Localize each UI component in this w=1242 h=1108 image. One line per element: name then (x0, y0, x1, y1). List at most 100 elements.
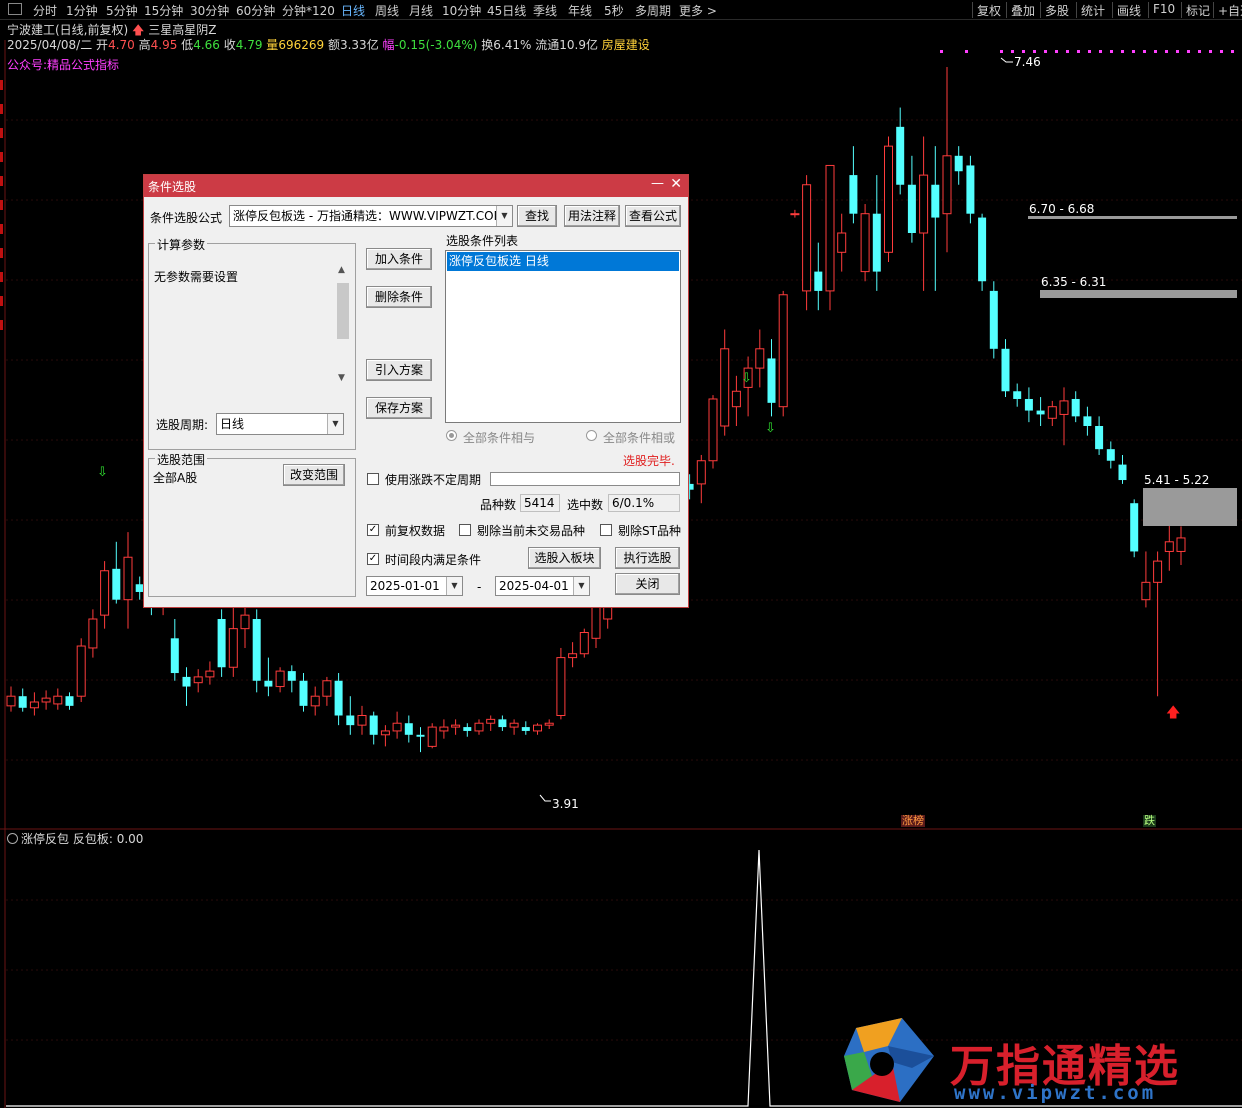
candle[interactable] (1001, 339, 1010, 398)
down-tag[interactable]: 跌 (1143, 815, 1156, 827)
uncertain-period-checkbox[interactable] (367, 473, 379, 485)
candle[interactable] (778, 290, 788, 417)
add-to-block-button[interactable]: 选股入板块 (528, 547, 601, 569)
candle[interactable] (6, 686, 16, 712)
change-scope-button[interactable]: 改变范围 (283, 464, 345, 486)
chevron-down-icon[interactable]: ▼ (573, 577, 589, 595)
restore-checkbox[interactable]: ✓ (367, 524, 379, 536)
candle[interactable] (696, 454, 706, 504)
radio-and[interactable] (446, 430, 457, 441)
candle[interactable] (708, 395, 718, 469)
candle[interactable] (1130, 499, 1139, 558)
candle[interactable] (369, 711, 378, 745)
candle[interactable] (29, 692, 39, 716)
candle[interactable] (334, 673, 343, 726)
candle[interactable] (533, 723, 542, 735)
close-button[interactable]: 关闭 (615, 573, 680, 595)
candle[interactable] (521, 721, 530, 735)
candle[interactable] (743, 356, 753, 417)
candle[interactable] (1176, 526, 1186, 565)
scroll-down-icon[interactable]: ▼ (338, 373, 345, 383)
candle[interactable] (1095, 416, 1104, 455)
candle[interactable] (907, 155, 916, 243)
candle[interactable] (790, 209, 800, 218)
condition-list-item[interactable]: 涨停反包板选 日线 (447, 252, 679, 271)
minimize-icon[interactable]: — (651, 176, 664, 191)
candle[interactable] (1153, 551, 1163, 697)
candle[interactable] (322, 676, 332, 706)
candle[interactable] (1118, 454, 1127, 484)
candle[interactable] (1036, 397, 1045, 426)
candle[interactable] (814, 242, 823, 311)
candle[interactable] (966, 155, 975, 224)
candle[interactable] (463, 723, 472, 737)
dialog-titlebar[interactable]: 条件选股 — ✕ (144, 175, 688, 197)
candle[interactable] (346, 696, 355, 735)
candle[interactable] (825, 164, 835, 311)
candle[interactable] (392, 711, 402, 739)
find-button[interactable]: 查找 (517, 205, 557, 227)
candle[interactable] (182, 667, 191, 706)
candle[interactable] (217, 609, 226, 677)
candle[interactable] (1059, 387, 1069, 446)
candle[interactable] (579, 628, 589, 658)
run-select-button[interactable]: 执行选股 (615, 547, 680, 569)
add-condition-button[interactable]: 加入条件 (366, 248, 432, 270)
candle[interactable] (931, 146, 940, 291)
candle[interactable] (978, 213, 987, 291)
candle[interactable] (439, 719, 449, 739)
period-range-checkbox[interactable]: ✓ (367, 553, 379, 565)
candle[interactable] (954, 146, 963, 185)
close-icon[interactable]: ✕ (670, 176, 682, 192)
exclude-untraded-checkbox[interactable] (459, 524, 471, 536)
candle[interactable] (568, 642, 578, 668)
candle[interactable] (88, 609, 98, 658)
chevron-down-icon[interactable]: ▼ (496, 206, 512, 226)
candle[interactable] (357, 705, 367, 735)
candle[interactable] (252, 609, 261, 693)
candle[interactable] (849, 146, 858, 224)
candle[interactable] (18, 688, 27, 712)
candle[interactable] (65, 692, 74, 710)
candle[interactable] (989, 281, 998, 359)
candle[interactable] (486, 715, 496, 731)
candle[interactable] (123, 532, 133, 629)
up-rank-tag[interactable]: 涨榜 (901, 815, 925, 827)
candle[interactable] (53, 688, 63, 710)
candle[interactable] (802, 175, 812, 311)
candle[interactable] (498, 715, 507, 731)
delete-condition-button[interactable]: 删除条件 (366, 286, 432, 308)
candle[interactable] (556, 647, 566, 720)
candle[interactable] (509, 719, 519, 735)
candle[interactable] (884, 136, 893, 262)
date-to-input[interactable]: 2025-04-01 ▼ (495, 576, 590, 596)
candle[interactable] (860, 204, 870, 282)
candle[interactable] (205, 661, 215, 685)
candle[interactable] (1071, 391, 1080, 423)
save-plan-button[interactable]: 保存方案 (366, 397, 432, 419)
candle[interactable] (720, 329, 730, 436)
params-scrollbar[interactable]: ▲ ▼ (336, 263, 350, 385)
candle[interactable] (264, 657, 273, 697)
scroll-thumb[interactable] (337, 283, 349, 339)
import-plan-button[interactable]: 引入方案 (366, 359, 432, 381)
formula-dropdown[interactable]: 涨停反包板选 - 万指通精选：WWW.VIPWZT.COM ▼ (229, 205, 513, 227)
candle[interactable] (380, 725, 390, 747)
candle[interactable] (404, 715, 413, 743)
candle[interactable] (275, 667, 285, 693)
candle[interactable] (942, 67, 952, 253)
radio-or[interactable] (586, 430, 597, 441)
view-formula-button[interactable]: 查看公式 (625, 205, 681, 227)
candle[interactable] (474, 719, 484, 735)
candle[interactable] (872, 175, 881, 291)
candle[interactable] (100, 561, 110, 629)
exclude-st-checkbox[interactable] (600, 524, 612, 536)
period-dropdown[interactable]: 日线 ▼ (216, 413, 344, 435)
candle[interactable] (299, 673, 308, 712)
candle[interactable] (767, 339, 776, 417)
candle[interactable] (1083, 406, 1092, 436)
scroll-up-icon[interactable]: ▲ (338, 265, 345, 275)
candle[interactable] (287, 665, 296, 693)
indicator-menu-icon[interactable] (7, 833, 18, 844)
candle[interactable] (228, 599, 238, 677)
